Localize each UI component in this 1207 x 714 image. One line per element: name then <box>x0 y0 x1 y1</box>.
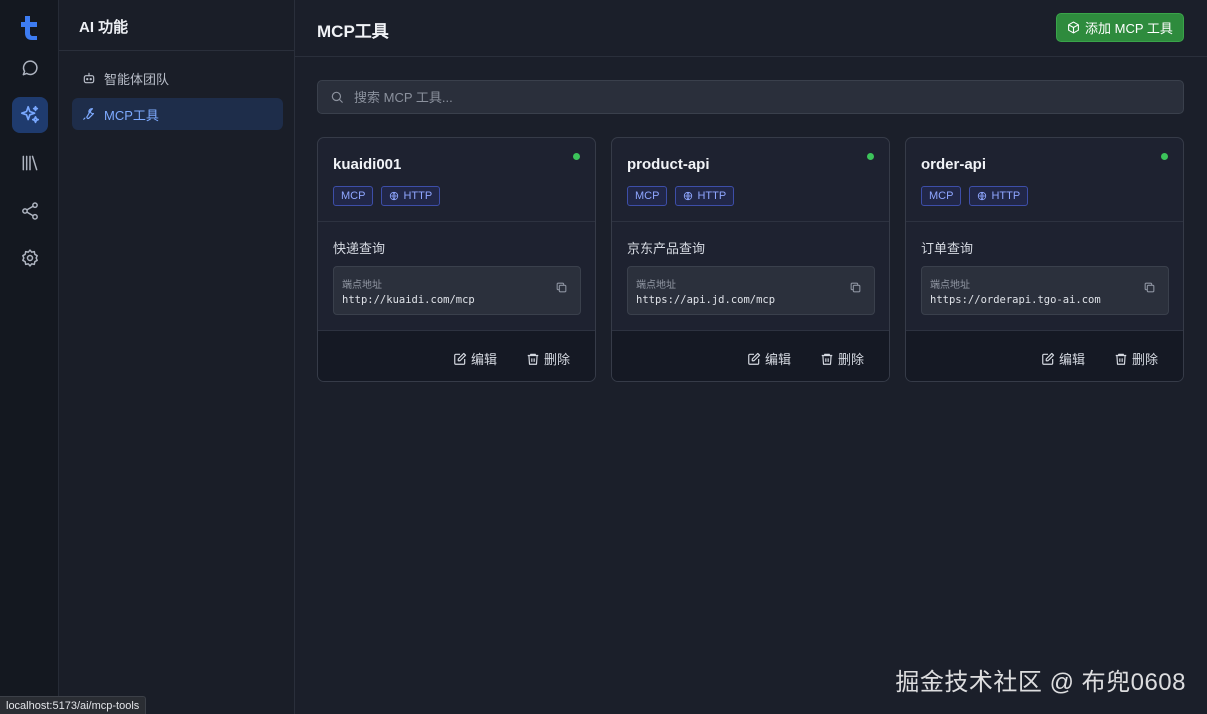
delete-button[interactable]: 删除 <box>1114 349 1158 368</box>
add-button-label: 添加 MCP 工具 <box>1085 21 1173 36</box>
edit-icon <box>1042 352 1055 365</box>
trash-icon <box>1115 353 1127 365</box>
globe-icon <box>390 191 399 201</box>
robot-icon <box>83 72 95 84</box>
browser-status-url: localhost:5173/ai/mcp-tools <box>0 696 147 714</box>
endpoint-url: https://orderapi.tgo-ai.com <box>930 294 1101 306</box>
edit-button[interactable]: 编辑 <box>453 349 497 368</box>
search-icon <box>331 91 343 103</box>
delete-button[interactable]: 删除 <box>820 349 864 368</box>
endpoint-label: 端点地址 <box>930 280 970 291</box>
delete-button[interactable]: 删除 <box>526 349 570 368</box>
trash-icon <box>527 353 539 365</box>
endpoint-label: 端点地址 <box>342 280 382 291</box>
app-logo[interactable] <box>17 14 43 42</box>
sidebar-item-agent-team[interactable]: 智能体团队 <box>72 62 283 94</box>
tool-card: order-api MCP HTTP 订单查询 端点地址 https://ord… <box>905 137 1184 382</box>
icon-rail <box>0 0 59 714</box>
tool-card: kuaidi001 MCP HTTP 快递查询 端点地址 http://kuai… <box>317 137 596 382</box>
endpoint-label: 端点地址 <box>636 280 676 291</box>
edit-icon <box>748 352 761 365</box>
tool-card: product-api MCP HTTP 京东产品查询 端点地址 https:/… <box>611 137 890 382</box>
card-footer: 编辑 删除 <box>318 330 595 381</box>
trash-icon <box>821 353 833 365</box>
tool-description: 订单查询 <box>921 241 974 256</box>
status-indicator <box>867 153 874 160</box>
sidebar-item-mcp-tools[interactable]: MCP工具 <box>72 98 283 130</box>
endpoint-url: http://kuaidi.com/mcp <box>342 294 475 306</box>
library-nav-button[interactable] <box>12 145 48 181</box>
divider <box>612 221 889 222</box>
tag-list: MCP HTTP <box>627 186 735 206</box>
page-title: MCP工具 <box>317 22 389 41</box>
search-box[interactable] <box>317 80 1184 114</box>
wrench-icon <box>83 108 95 120</box>
divider <box>318 221 595 222</box>
tool-name: product-api <box>627 156 710 173</box>
library-icon <box>22 155 38 171</box>
card-footer: 编辑 删除 <box>906 330 1183 381</box>
secondary-sidebar: AI 功能 智能体团队 MCP工具 <box>59 0 295 714</box>
edit-button[interactable]: 编辑 <box>1041 349 1085 368</box>
sidebar-item-label: 智能体团队 <box>104 71 170 87</box>
sidebar-title: AI 功能 <box>79 19 129 36</box>
edit-button[interactable]: 编辑 <box>747 349 791 368</box>
copy-icon[interactable] <box>555 281 568 294</box>
ai-nav-button[interactable] <box>12 97 48 133</box>
tool-description: 京东产品查询 <box>627 241 706 256</box>
share-nav-button[interactable] <box>12 193 48 229</box>
add-mcp-tool-button[interactable]: 添加 MCP 工具 <box>1056 13 1184 42</box>
card-footer: 编辑 删除 <box>612 330 889 381</box>
copy-icon[interactable] <box>1143 281 1156 294</box>
chat-nav-button[interactable] <box>12 50 48 86</box>
tag-mcp: MCP <box>627 186 668 206</box>
sidebar-item-label: MCP工具 <box>104 107 159 123</box>
globe-icon <box>684 191 693 201</box>
divider <box>59 50 295 51</box>
tag-http: HTTP <box>381 186 441 206</box>
endpoint-box: 端点地址 https://api.jd.com/mcp <box>627 266 875 315</box>
tag-list: MCP HTTP <box>333 186 441 206</box>
edit-icon <box>454 352 467 365</box>
status-indicator <box>573 153 580 160</box>
endpoint-box: 端点地址 http://kuaidi.com/mcp <box>333 266 581 315</box>
tool-name: kuaidi001 <box>333 156 402 173</box>
tag-mcp: MCP <box>333 186 374 206</box>
gear-icon <box>22 249 38 267</box>
copy-icon[interactable] <box>849 281 862 294</box>
tag-http: HTTP <box>969 186 1029 206</box>
tool-name: order-api <box>921 156 987 173</box>
tag-list: MCP HTTP <box>921 186 1029 206</box>
main-content: MCP工具 添加 MCP 工具 kuaidi001 MCP HTTP 快递查询 … <box>295 0 1207 714</box>
search-input[interactable] <box>354 89 1174 105</box>
divider <box>906 221 1183 222</box>
tag-http: HTTP <box>675 186 735 206</box>
page-header: MCP工具 添加 MCP 工具 <box>295 0 1207 57</box>
watermark: 掘金技术社区 @ 布兜0608 <box>895 669 1186 696</box>
status-indicator <box>1161 153 1168 160</box>
tag-mcp: MCP <box>921 186 962 206</box>
endpoint-box: 端点地址 https://orderapi.tgo-ai.com <box>921 266 1169 315</box>
package-icon <box>1068 21 1079 34</box>
share-icon <box>22 202 38 220</box>
tool-description: 快递查询 <box>333 241 386 256</box>
globe-icon <box>978 191 987 201</box>
settings-nav-button[interactable] <box>12 240 48 276</box>
sparkles-icon <box>20 105 40 124</box>
chat-icon <box>22 60 38 76</box>
endpoint-url: https://api.jd.com/mcp <box>636 294 776 306</box>
